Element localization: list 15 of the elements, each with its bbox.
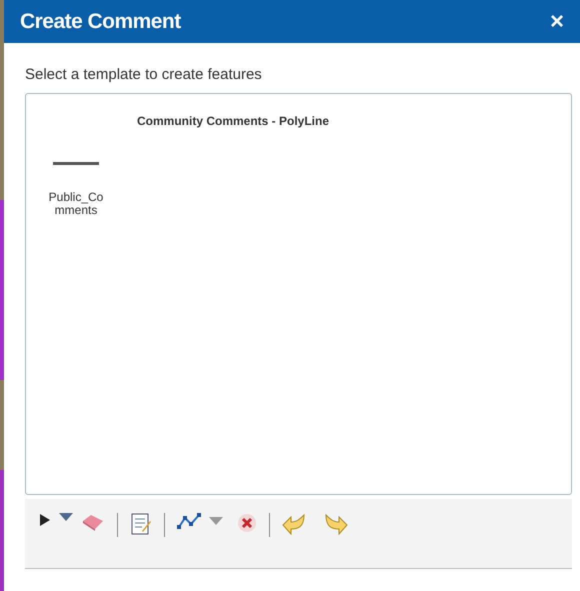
template-item[interactable]: Public_Comments — [38, 154, 114, 220]
instruction-text: Select a template to create features — [25, 65, 263, 85]
delete-icon[interactable] — [237, 512, 257, 532]
undo-icon[interactable] — [282, 512, 306, 534]
document-edit-icon[interactable] — [130, 512, 152, 534]
close-button[interactable]: × — [550, 10, 564, 34]
polyline-icon[interactable] — [177, 512, 201, 528]
caret-icon[interactable] — [59, 512, 73, 520]
group-title: Community Comments - PolyLine — [137, 112, 330, 130]
pointer-icon[interactable] — [39, 512, 51, 526]
caret-icon[interactable] — [209, 516, 223, 524]
eraser-icon[interactable] — [81, 512, 105, 530]
window-title: Create Comment — [20, 8, 181, 35]
redo-icon[interactable] — [324, 512, 348, 534]
line-symbol-icon — [53, 162, 99, 166]
